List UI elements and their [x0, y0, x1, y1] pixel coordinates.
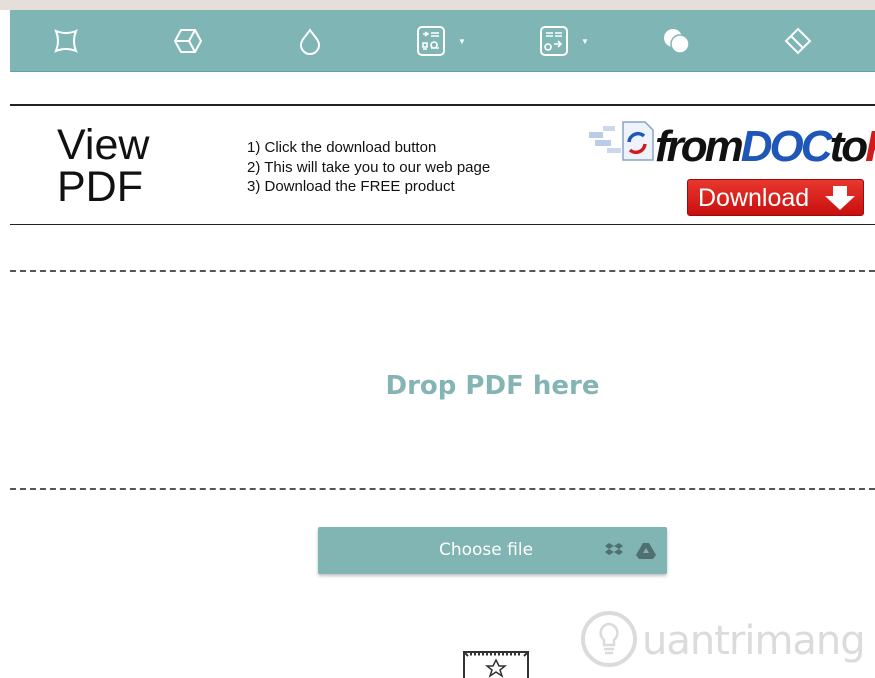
watermark-text: uantrimang — [642, 618, 866, 664]
dropzone-top-border — [10, 270, 875, 272]
brand-arrow-icon — [589, 121, 654, 161]
ad-step-3: 3) Download the FREE product — [247, 178, 455, 195]
cube-tool-button[interactable] — [172, 25, 204, 57]
convert-tool-button[interactable] — [538, 25, 570, 57]
drop-icon — [299, 28, 321, 55]
brand-part-p: P — [865, 122, 875, 171]
dropbox-icon[interactable] — [605, 542, 623, 558]
convert-dropdown-caret[interactable]: ▼ — [581, 38, 589, 46]
tool-toolbar: ▼ ▼ — [10, 10, 875, 72]
pdf-dropzone[interactable]: Drop PDF here — [0, 368, 875, 404]
ad-title: View PDF — [57, 121, 150, 211]
cube-icon — [173, 29, 203, 53]
drop-tool-button[interactable] — [294, 25, 326, 57]
distort-icon — [54, 29, 78, 53]
download-arrow-icon — [825, 186, 855, 210]
choose-file-label: Choose file — [438, 540, 534, 560]
brand-part-doc: DOC — [740, 122, 833, 171]
split-dropdown-caret[interactable]: ▼ — [458, 38, 466, 46]
dropzone-bottom-border — [10, 488, 875, 490]
brand-wordmark: fromDOCtoP — [655, 122, 875, 172]
split-icon — [417, 26, 445, 56]
window-top-strip — [0, 0, 875, 10]
quantrimang-watermark: uantrimang — [580, 610, 875, 670]
ad-title-line2: PDF — [57, 163, 143, 211]
star-badge-icon — [463, 651, 529, 678]
ad-download-button[interactable]: Download — [687, 179, 864, 216]
brand-part-to: to — [829, 122, 868, 171]
view-pdf-ad-banner[interactable]: View PDF 1) Click the download button 2)… — [10, 104, 875, 225]
convert-icon — [540, 26, 568, 56]
eraser-tool-button[interactable] — [782, 25, 814, 57]
split-tool-button[interactable] — [415, 25, 447, 57]
fromdoctopdf-logo: fromDOCtoP — [585, 116, 875, 176]
download-label: Download — [698, 184, 810, 212]
ad-title-line1: View — [57, 121, 150, 169]
lightbulb-logo-icon — [581, 611, 637, 667]
circles-icon — [664, 29, 690, 54]
brand-part-from: from — [655, 122, 744, 171]
dropzone-text: Drop PDF here — [385, 371, 600, 401]
google-drive-icon[interactable] — [636, 542, 656, 559]
ad-step-1: 1) Click the download button — [247, 139, 437, 156]
circles-tool-button[interactable] — [660, 25, 692, 57]
distort-tool-button[interactable] — [50, 25, 82, 57]
choose-file-button[interactable]: Choose file — [318, 527, 667, 574]
ad-step-2: 2) This will take you to our web page — [247, 158, 491, 176]
eraser-icon — [784, 27, 812, 55]
ad-steps: 1) Click the download button 2) This wil… — [247, 138, 490, 197]
